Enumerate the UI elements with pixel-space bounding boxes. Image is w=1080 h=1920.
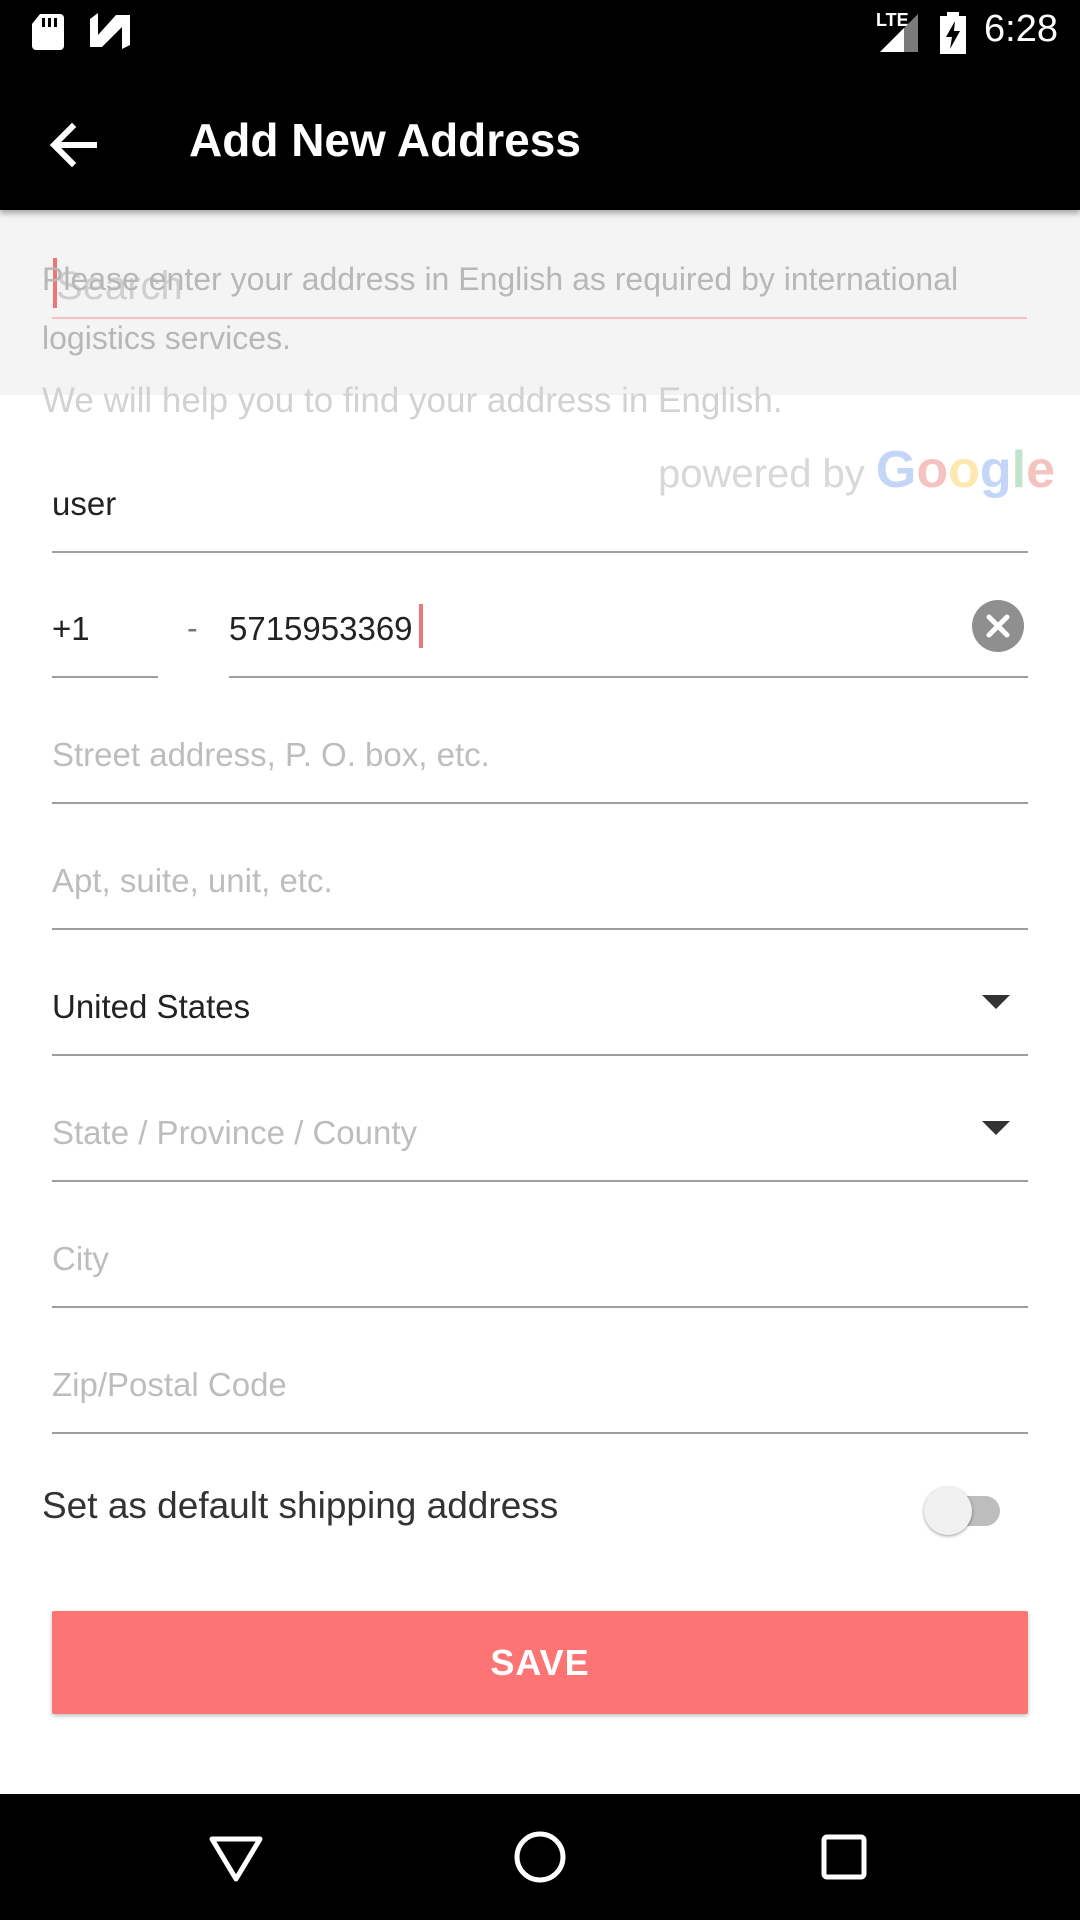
phone-cursor [419,604,423,648]
country-value: United States [52,988,251,1025]
country-code-field[interactable]: +1 [52,575,158,678]
zip-placeholder: Zip/Postal Code [52,1366,287,1403]
n-icon [90,13,130,49]
city-field[interactable]: City [52,1204,1028,1308]
default-shipping-label: Set as default shipping address [42,1485,559,1526]
dropdown-arrow-icon [982,1121,1010,1135]
dropdown-arrow-icon [982,995,1010,1009]
state-placeholder: State / Province / County [52,1114,418,1151]
home-circle-icon [514,1831,566,1883]
clear-phone-button[interactable] [972,600,1024,652]
city-placeholder: City [52,1240,109,1277]
notice-line-2: logistics services. [42,320,291,356]
name-value: user [52,485,117,522]
toggle-thumb [924,1487,972,1535]
help-text: We will help you to find your address in… [42,381,783,420]
clock: 6:28 [984,8,1058,50]
arrow-back-icon [49,122,97,168]
sd-card-icon [32,14,64,50]
state-select[interactable]: State / Province / County [52,1078,1028,1182]
navigation-bar [0,1794,1080,1920]
name-field[interactable]: user [52,450,1028,553]
nav-recents-button[interactable] [806,1819,882,1895]
phone-field[interactable]: 5715953369 [229,575,1028,678]
page-title: Add New Address [189,114,581,166]
street-address-placeholder: Street address, P. O. box, etc. [52,736,490,773]
nav-home-button[interactable] [502,1819,578,1895]
country-code-value: +1 [52,610,90,647]
country-select[interactable]: United States [52,952,1028,1056]
save-button[interactable]: SAVE [52,1611,1028,1714]
signal-icon [880,14,918,52]
apt-suite-field[interactable]: Apt, suite, unit, etc. [52,826,1028,930]
default-shipping-toggle[interactable] [924,1487,1009,1535]
phone-separator: - [187,610,198,646]
recents-square-icon [821,1834,867,1880]
back-button[interactable] [30,101,118,189]
zip-field[interactable]: Zip/Postal Code [52,1330,1028,1434]
battery-charging-icon [940,12,966,54]
apt-suite-placeholder: Apt, suite, unit, etc. [52,862,333,899]
phone-value: 5715953369 [229,610,413,647]
nav-back-button[interactable] [198,1819,274,1895]
back-triangle-icon [209,1836,263,1882]
street-address-field[interactable]: Street address, P. O. box, etc. [52,700,1028,804]
notice-line-1: Please enter your address in English as … [42,261,959,297]
english-address-notice: Please enter your address in English as … [42,250,992,368]
status-bar: LTE 6:28 [0,0,1080,63]
app-bar: Add New Address [0,63,1080,210]
close-icon [986,614,1010,638]
